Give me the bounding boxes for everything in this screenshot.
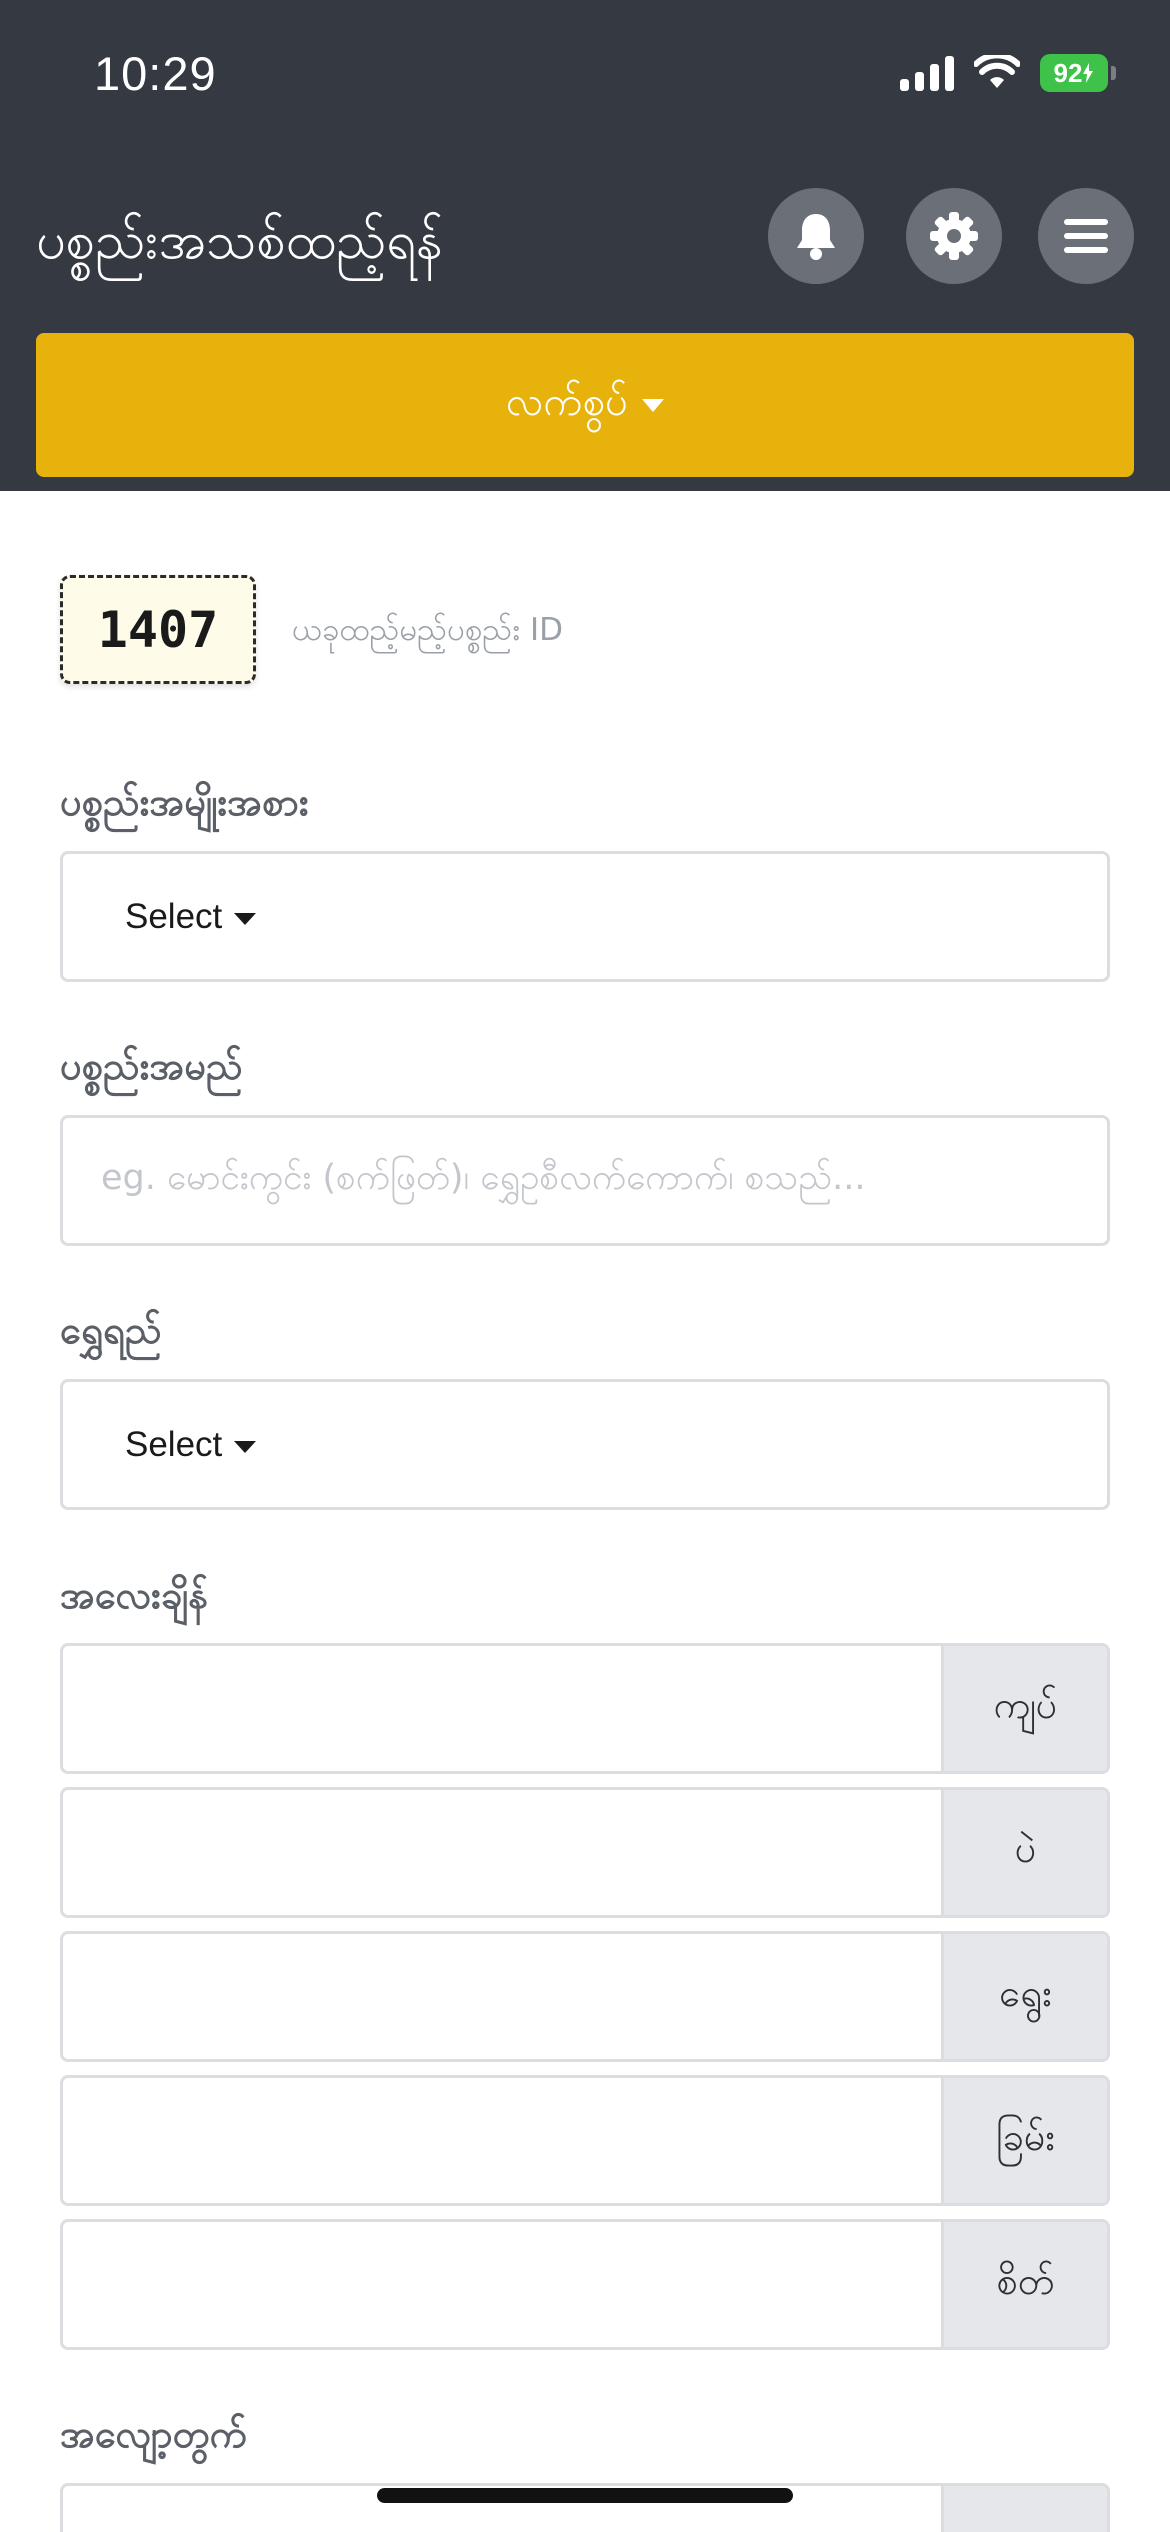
weight-kyat-row: ကျပ် (60, 1643, 1110, 1774)
category-select-value: Select (125, 896, 223, 936)
settings-button[interactable] (906, 188, 1002, 284)
weight-sate-input[interactable] (63, 2222, 941, 2347)
unit-yway: ရွေး (941, 1934, 1107, 2059)
weight-kyat-input[interactable] (63, 1646, 941, 1771)
weight-yway-row: ရွေး (60, 1931, 1110, 2062)
category-select[interactable]: Select (60, 851, 1110, 982)
wifi-icon (974, 55, 1020, 88)
hamburger-menu-icon (1064, 219, 1108, 253)
weight-chan-row: ခြမ်း (60, 2075, 1110, 2206)
home-indicator[interactable] (377, 2488, 793, 2503)
item-name-label: ပစ္စည်းအမည် (60, 1044, 243, 1088)
cellular-signal-icon (900, 55, 954, 91)
weight-chan-input[interactable] (63, 2078, 941, 2203)
unit-sate: စိတ် (941, 2222, 1107, 2347)
caret-down-icon (234, 1440, 257, 1453)
item-type-label: လက်စွပ် (506, 378, 628, 425)
gear-icon (930, 212, 978, 260)
purity-select[interactable]: Select (60, 1379, 1110, 1510)
item-id-label: ယခုထည့်မည့်ပစ္စည်း ID (292, 612, 563, 648)
weight-pe-row: ပဲ (60, 1787, 1110, 1918)
app-header: 10:29 92 ပစ္စည်းအသစ်ထည့်ရန် လက်စွပ် (0, 0, 1170, 491)
status-icons: 92 (900, 54, 1116, 92)
bell-icon (797, 214, 835, 260)
weight-yway-input[interactable] (63, 1934, 941, 2059)
unit-chan: ခြမ်း (941, 2078, 1107, 2203)
item-id-badge: 1407 (60, 575, 256, 684)
status-time: 10:29 (94, 47, 217, 100)
purity-label: ရွှေရည် (60, 1308, 162, 1352)
unit-kyat: ကျပ် (941, 1646, 1107, 1771)
category-label: ပစ္စည်းအမျိုးအစား (60, 780, 309, 824)
item-name-input[interactable]: eg. မောင်းကွင်း (စက်ဖြတ်)၊ ရွှေဥစီလက်ကော… (60, 1115, 1110, 1246)
battery-icon: 92 (1040, 54, 1116, 92)
wastage-unit (941, 2486, 1107, 2532)
notifications-button[interactable] (768, 188, 864, 284)
unit-pe: ပဲ (941, 1790, 1107, 1915)
chevron-down-icon (641, 398, 664, 412)
item-type-dropdown-button[interactable]: လက်စွပ် (36, 333, 1134, 477)
weight-pe-input[interactable] (63, 1790, 941, 1915)
weight-sate-row: စိတ် (60, 2219, 1110, 2350)
wastage-label: အလျော့တွက် (60, 2412, 247, 2456)
menu-button[interactable] (1038, 188, 1134, 284)
item-name-placeholder: eg. မောင်းကွင်း (စက်ဖြတ်)၊ ရွှေဥစီလက်ကော… (101, 1157, 866, 1198)
caret-down-icon (234, 912, 257, 925)
purity-select-value: Select (125, 1424, 223, 1464)
battery-level: 92 (1053, 57, 1083, 88)
page-title: ပစ္စည်းအသစ်ထည့်ရန် (36, 211, 443, 271)
weight-label: အလေးချိန် (60, 1573, 208, 1617)
